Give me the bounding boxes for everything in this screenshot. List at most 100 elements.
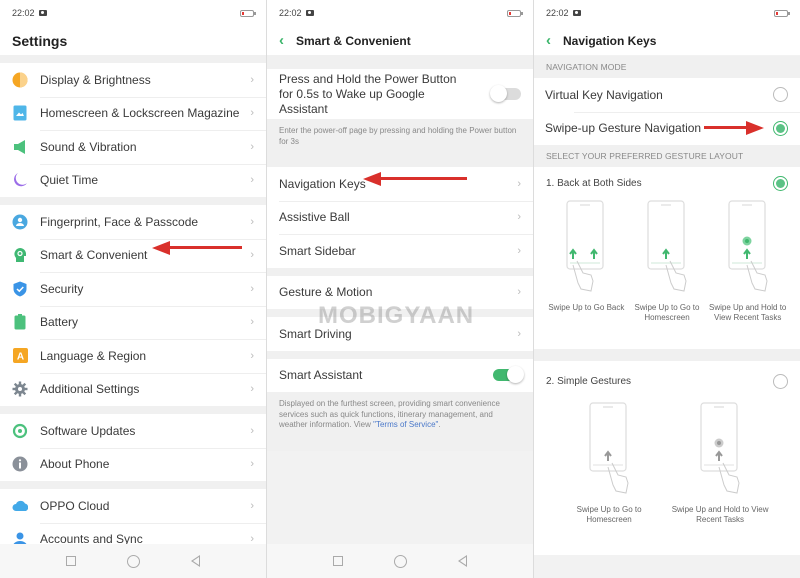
annotation-arrow-left xyxy=(152,241,242,255)
page-title: Navigation Keys xyxy=(563,33,657,48)
camera-notification-icon xyxy=(572,10,581,16)
battery-low-icon xyxy=(240,9,256,17)
chevron-right-icon: › xyxy=(250,316,254,329)
annotation-arrow-left xyxy=(363,172,467,186)
back-button[interactable] xyxy=(191,555,201,567)
settings-item-fingerprint[interactable]: Fingerprint, Face & Passcode › xyxy=(0,205,266,239)
smart-convenient-screen: 22:02 ‹ Smart & Convenient Press and Hol… xyxy=(267,0,533,578)
brightness-icon xyxy=(12,72,28,88)
battery-low-icon xyxy=(507,9,523,17)
chevron-right-icon: › xyxy=(250,458,254,471)
power-button-note: Enter the power-off page by pressing and… xyxy=(267,119,533,167)
annotation-arrow-right xyxy=(704,121,764,135)
settings-item-battery[interactable]: Battery › xyxy=(0,305,266,340)
menu-item-smart-sidebar[interactable]: Smart Sidebar › xyxy=(267,234,533,268)
menu-item-gesture-motion[interactable]: Gesture & Motion › xyxy=(267,276,533,310)
phone-gesture-illustration xyxy=(728,200,768,292)
settings-group-system: Software Updates › About Phone › xyxy=(0,414,266,481)
illustration-swipe-home: Swipe Up to Go to Homescreen xyxy=(627,199,708,323)
settings-group-display: Display & Brightness › Homescreen & Locks… xyxy=(0,63,266,197)
chevron-right-icon: › xyxy=(517,211,521,224)
mode-option-virtual-keys[interactable]: Virtual Key Navigation xyxy=(534,78,800,112)
layout-option-simple-gestures[interactable]: 2. Simple Gestures Swipe Up to Go to Hom… xyxy=(534,361,800,555)
smart-assistant-toggle[interactable] xyxy=(493,366,524,384)
settings-item-quiet-time[interactable]: Quiet Time › xyxy=(0,163,266,198)
chevron-right-icon: › xyxy=(250,215,254,228)
terms-of-service-link[interactable]: "Terms of Service" xyxy=(373,420,438,429)
cloud-icon xyxy=(12,498,28,514)
settings-item-sound-vibration[interactable]: Sound & Vibration › xyxy=(0,130,266,164)
back-button[interactable] xyxy=(458,555,468,567)
gear-icon xyxy=(12,381,28,397)
status-time: 22:02 xyxy=(12,8,35,18)
chevron-right-icon: › xyxy=(250,383,254,396)
recents-button[interactable] xyxy=(332,556,343,566)
radio-virtual-keys[interactable] xyxy=(773,87,788,103)
chevron-right-icon: › xyxy=(517,177,521,190)
settings-item-about-phone[interactable]: About Phone › xyxy=(0,447,266,482)
status-bar: 22:02 xyxy=(0,0,266,26)
fingerprint-icon xyxy=(12,214,28,230)
home-button[interactable] xyxy=(393,554,407,568)
power-button-assistant-toggle[interactable] xyxy=(490,85,521,102)
shield-icon xyxy=(12,281,28,297)
camera-notification-icon xyxy=(305,10,314,16)
phone-gesture-illustration xyxy=(647,200,687,292)
chevron-right-icon: › xyxy=(250,349,254,362)
settings-item-additional-settings[interactable]: Additional Settings › xyxy=(0,372,266,407)
menu-item-smart-driving[interactable]: Smart Driving › xyxy=(267,317,533,351)
status-bar: 22:02 xyxy=(534,0,800,26)
system-nav-bar xyxy=(0,544,266,578)
settings-item-security[interactable]: Security › xyxy=(0,272,266,306)
chevron-right-icon: › xyxy=(250,174,254,187)
chevron-right-icon: › xyxy=(250,282,254,295)
chevron-right-icon: › xyxy=(517,327,521,340)
home-button[interactable] xyxy=(126,554,140,568)
settings-group-security: Fingerprint, Face & Passcode › Smart & Co… xyxy=(0,205,266,406)
back-arrow-icon[interactable]: ‹ xyxy=(279,33,284,48)
settings-item-homescreen-magazine[interactable]: Homescreen & Lockscreen Magazine › xyxy=(0,96,266,131)
radio-simple-gestures[interactable] xyxy=(773,373,788,389)
chevron-right-icon: › xyxy=(517,244,521,257)
status-time: 22:02 xyxy=(279,8,302,18)
smart-assistant-row: Smart Assistant xyxy=(267,359,533,393)
chevron-right-icon: › xyxy=(250,107,254,120)
chevron-right-icon: › xyxy=(250,249,254,262)
illustration-swipe-back: Swipe Up to Go Back xyxy=(546,199,627,323)
menu-item-assistive-ball[interactable]: Assistive Ball › xyxy=(267,200,533,235)
layout-title: 2. Simple Gestures xyxy=(546,375,632,387)
status-time: 22:02 xyxy=(546,8,569,18)
gesture-layout-header: SELECT YOUR PREFERRED GESTURE LAYOUT xyxy=(534,145,800,167)
smart-assistant-note: Displayed on the furthest screen, provid… xyxy=(267,392,533,451)
navigation-mode-header: NAVIGATION MODE xyxy=(534,56,800,78)
illustration-swipe-home: Swipe Up to Go to Homescreen xyxy=(556,401,662,525)
settings-item-software-updates[interactable]: Software Updates › xyxy=(0,414,266,448)
header: ‹ Smart & Convenient xyxy=(267,26,533,55)
page-title: Settings xyxy=(0,26,266,55)
camera-notification-icon xyxy=(38,10,47,16)
layout-title: 1. Back at Both Sides xyxy=(546,177,642,189)
power-button-assistant-row: Press and Hold the Power Button for 0.5s… xyxy=(267,69,533,119)
speaker-icon xyxy=(12,139,28,155)
language-icon: A xyxy=(12,348,28,364)
settings-item-language-region[interactable]: A Language & Region › xyxy=(0,339,266,373)
phone-gesture-illustration xyxy=(700,402,740,494)
illustration-swipe-hold-recents: Swipe Up and Hold to View Recent Tasks xyxy=(662,401,778,525)
chevron-right-icon: › xyxy=(517,286,521,299)
wallpaper-icon xyxy=(12,105,28,121)
layout-option-back-both-sides[interactable]: 1. Back at Both Sides Swipe Up to Go Bac… xyxy=(534,167,800,349)
settings-item-oppo-cloud[interactable]: OPPO Cloud › xyxy=(0,489,266,523)
radio-back-both-sides[interactable] xyxy=(773,175,788,191)
settings-item-display-brightness[interactable]: Display & Brightness › xyxy=(0,63,266,97)
recents-button[interactable] xyxy=(65,556,76,566)
chevron-right-icon: › xyxy=(250,140,254,153)
update-icon xyxy=(12,423,28,439)
navigation-keys-screen: 22:02 ‹ Navigation Keys NAVIGATION MODE … xyxy=(534,0,800,578)
header: ‹ Navigation Keys xyxy=(534,26,800,55)
chevron-right-icon: › xyxy=(250,424,254,437)
radio-swipe-gesture[interactable] xyxy=(773,120,788,136)
phone-gesture-illustration xyxy=(566,200,604,292)
phone-gesture-illustration xyxy=(589,402,629,494)
back-arrow-icon[interactable]: ‹ xyxy=(546,33,551,48)
page-title: Smart & Convenient xyxy=(296,33,411,48)
